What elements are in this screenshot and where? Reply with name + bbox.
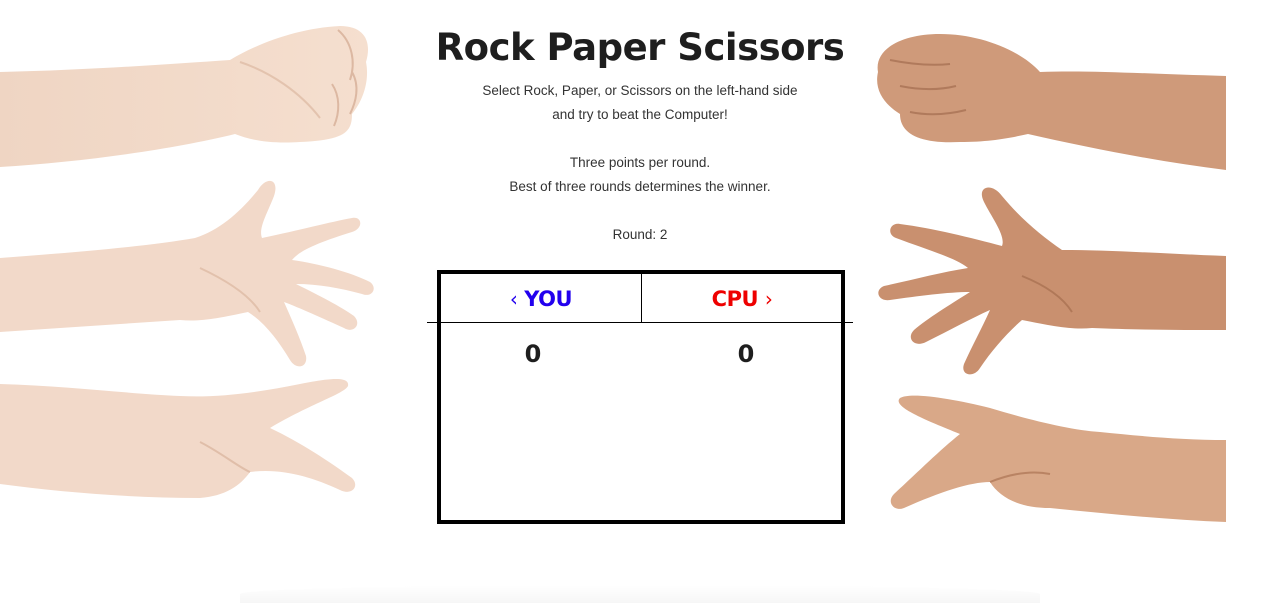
player-scissors-choice[interactable] [0,372,380,507]
paper-hand-icon [0,180,374,367]
you-column-label: ‹ YOU [441,274,641,323]
player-paper-choice[interactable] [0,172,380,372]
chevron-right-icon: › [764,287,773,311]
cpu-score: 0 [737,340,755,368]
chevron-left-icon: ‹ [509,287,518,311]
bottom-shadow [240,585,1040,603]
rock-hand-icon [877,34,1226,170]
header-divider [427,322,853,323]
you-label: YOU [524,287,573,311]
you-score: 0 [524,340,542,368]
paper-hand-icon [878,187,1226,375]
scissors-hand-icon [890,395,1226,522]
cpu-column-label: CPU › [642,274,842,323]
cpu-scissors-hand [880,390,1226,525]
scoreboard: ‹ YOU CPU › 0 0 [437,270,845,524]
scissors-hand-icon [0,379,356,498]
cpu-rock-hand [870,30,1226,175]
cpu-paper-hand [872,180,1226,380]
cpu-label: CPU [711,287,759,311]
scoreboard-header: ‹ YOU CPU › [441,274,841,323]
game-page: Rock Paper Scissors Select Rock, Paper, … [0,0,1280,603]
